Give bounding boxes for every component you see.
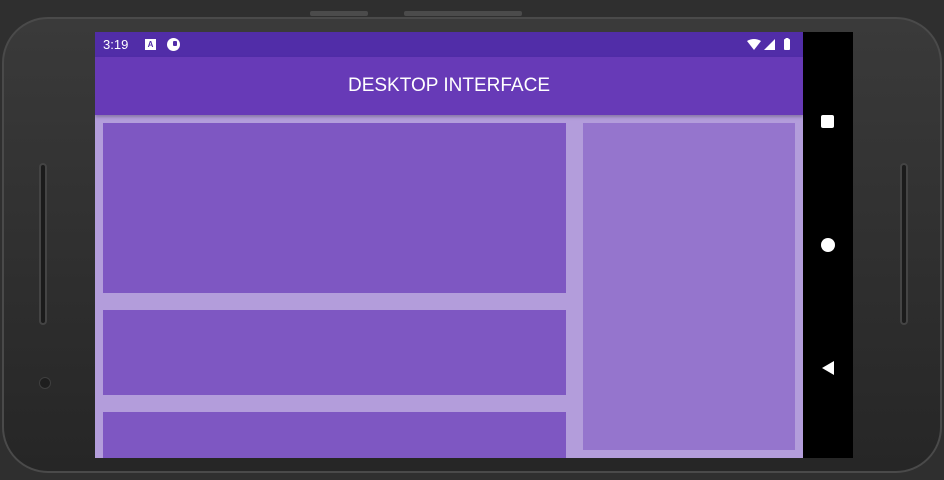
- status-time: 3:19: [103, 37, 129, 52]
- home-circle-icon: [821, 238, 835, 252]
- power-button: [404, 11, 522, 16]
- keyboard-a-icon: A: [145, 39, 156, 50]
- main-panel-middle: [103, 310, 566, 395]
- status-bar: 3:19 A: [95, 32, 803, 57]
- right-speaker-grille: [900, 163, 908, 325]
- app-title: DESKTOP INTERFACE: [347, 75, 550, 96]
- app-bar: DESKTOP INTERFACE: [95, 57, 803, 115]
- volume-button: [310, 11, 368, 16]
- side-panel: [583, 123, 795, 450]
- home-button[interactable]: [816, 233, 840, 257]
- wifi-icon: [747, 39, 761, 50]
- cellular-signal-icon: [764, 39, 775, 50]
- front-camera: [39, 377, 51, 389]
- device-screen: 3:19 A DESKTOP INTERFACE: [95, 32, 803, 458]
- back-triangle-icon: [822, 361, 834, 375]
- app-circle-icon: [167, 38, 180, 51]
- left-speaker-grille: [39, 163, 47, 325]
- navigation-bar: [803, 32, 853, 458]
- main-panel-bottom: [103, 412, 566, 458]
- back-button[interactable]: [816, 356, 840, 380]
- battery-icon: [784, 39, 790, 50]
- recents-button[interactable]: [816, 110, 840, 134]
- main-panel-top: [103, 123, 566, 293]
- system-status-icons: [747, 38, 790, 50]
- recents-square-icon: [821, 115, 834, 128]
